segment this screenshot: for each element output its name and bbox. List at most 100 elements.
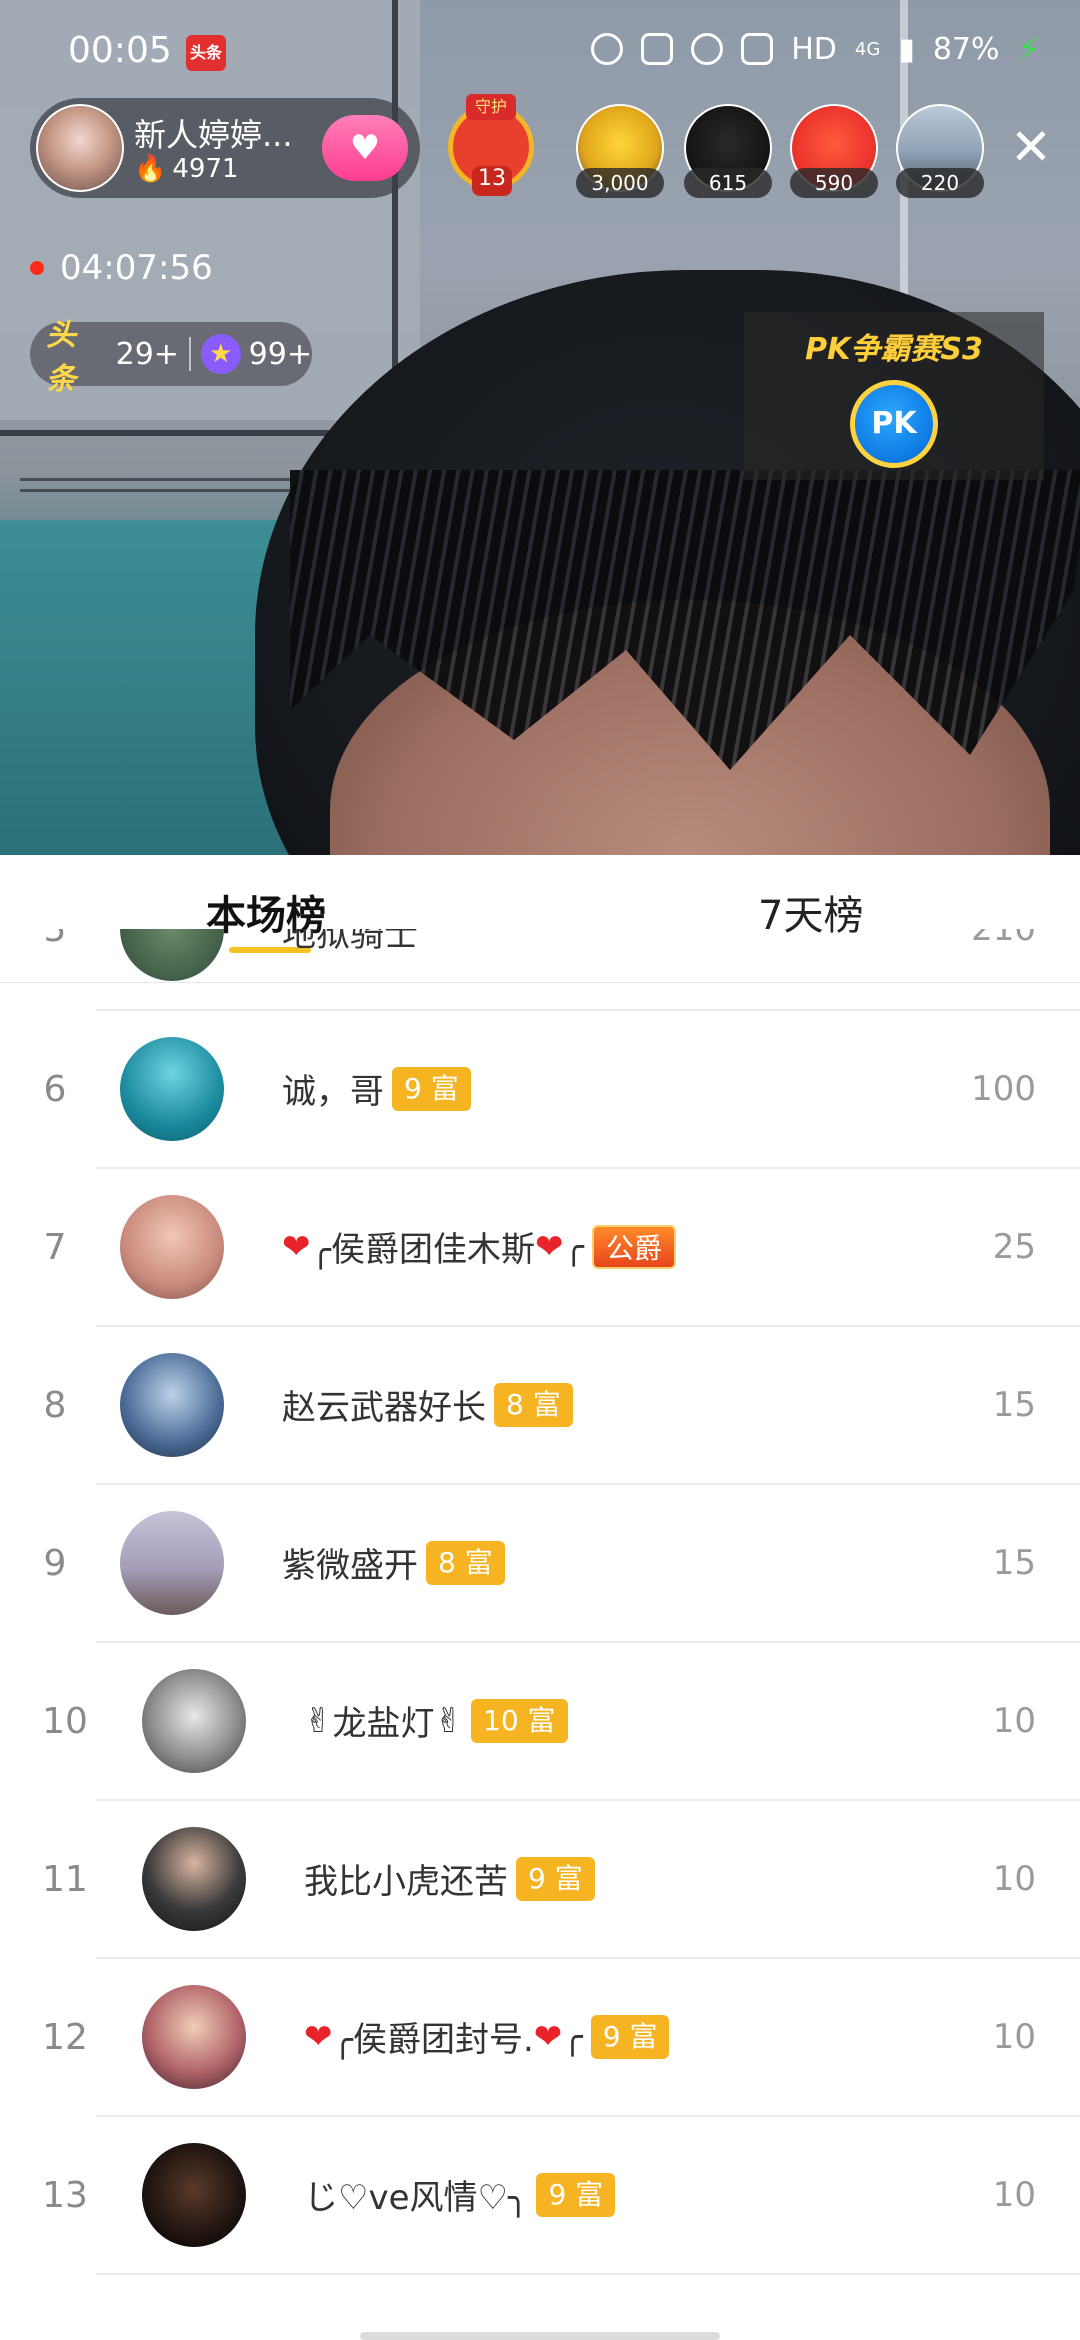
- toutiao-logo-icon: 头条: [46, 318, 76, 397]
- host-name: 新人婷婷...: [134, 116, 293, 154]
- user-name: 赵云武器好长: [282, 1388, 486, 1428]
- user-name: 我比小虎还苦: [304, 1862, 508, 1902]
- list-item[interactable]: 5 地狱骑士 210: [0, 929, 1080, 1011]
- user-score: 25: [992, 1227, 1036, 1267]
- headphones-icon: [591, 33, 624, 65]
- signal-icon: ▮: [898, 31, 915, 67]
- list-item[interactable]: 8 赵云武器好长 8 富 15: [0, 1327, 1080, 1485]
- user-avatar[interactable]: [120, 1037, 224, 1141]
- user-avatar[interactable]: [142, 1985, 246, 2089]
- rank-number: 11: [42, 1859, 88, 1900]
- list-item[interactable]: 13 じ♡ve风情♡╮ 9 富 10: [0, 2117, 1080, 2275]
- heart-icon: ❤: [304, 2016, 333, 2057]
- pk-panel[interactable]: PK争霸赛S3 PK: [744, 312, 1044, 480]
- user-score: 15: [992, 1385, 1036, 1425]
- badge-divider: [188, 337, 191, 371]
- heart-icon: ❤: [534, 1226, 564, 1267]
- guard-level: 13: [472, 166, 512, 196]
- live-indicator-dot: [30, 261, 44, 275]
- user-name: 龙盐灯: [332, 1704, 435, 1744]
- toutiao-count: 29+: [115, 336, 179, 372]
- status-time: 00:05: [68, 30, 172, 71]
- rich-level-tag: 9 富: [516, 1856, 595, 1901]
- user-avatar[interactable]: [142, 2143, 246, 2247]
- viewer-contribution: 3,000: [576, 168, 664, 198]
- guard-badge[interactable]: 守护 13: [438, 94, 544, 200]
- host-avatar[interactable]: [36, 104, 124, 192]
- user-name: ╭侯爵团佳木斯: [310, 1230, 535, 1270]
- status-icons: HD 4G ▮ 87% ⚡: [591, 30, 1040, 68]
- camera-icon: [741, 33, 774, 65]
- guard-tag: 守护: [466, 94, 516, 120]
- user-avatar[interactable]: [120, 929, 224, 981]
- user-score: 210: [971, 929, 1036, 949]
- vibrate-icon: [641, 33, 674, 65]
- hd-label: HD: [791, 31, 837, 67]
- user-name: 紫微盛开: [282, 1546, 418, 1586]
- user-score: 100: [971, 1069, 1036, 1109]
- user-name-wrap: 诚，哥 9 富: [282, 1064, 471, 1113]
- user-name: じ♡ve风情♡╮: [304, 2178, 529, 2218]
- host-heat: 🔥 4971: [134, 154, 239, 184]
- list-item[interactable]: 10 ✌ 龙盐灯 ✌ 10 富 10: [0, 1643, 1080, 1801]
- rich-level-tag: 9 富: [392, 1066, 471, 1111]
- status-bar: 00:05 头条 HD 4G ▮ 87% ⚡: [0, 0, 1080, 100]
- rank-number: 8: [43, 1385, 67, 1426]
- user-name: ╭侯爵团封号.: [332, 2020, 534, 2060]
- viewer-contribution: 590: [790, 168, 878, 198]
- list-item[interactable]: 11 我比小虎还苦 9 富 10: [0, 1801, 1080, 1959]
- heart-icon: ♥: [349, 128, 381, 168]
- list-item[interactable]: 6 诚，哥 9 富 100: [0, 1011, 1080, 1169]
- list-item[interactable]: 9 紫微盛开 8 富 15: [0, 1485, 1080, 1643]
- viewer-avatar-4[interactable]: 220: [896, 104, 984, 200]
- star-icon: ★: [200, 334, 241, 374]
- close-icon[interactable]: ✕: [1010, 122, 1052, 172]
- rich-level-tag: 8 富: [494, 1382, 573, 1427]
- duke-tag: 公爵: [591, 1224, 676, 1269]
- name-decoration: ╭: [562, 2016, 583, 2057]
- user-score: 10: [992, 1859, 1036, 1899]
- rank-number: 10: [42, 1701, 88, 1742]
- user-avatar[interactable]: [142, 1669, 246, 1773]
- user-avatar[interactable]: [120, 1353, 224, 1457]
- user-name: 地狱骑士: [282, 929, 418, 955]
- rich-level-tag: 9 富: [536, 2172, 616, 2217]
- user-name-wrap: じ♡ve风情♡╮ 9 富: [304, 2170, 616, 2219]
- user-avatar[interactable]: [120, 1511, 224, 1615]
- user-score: 10: [992, 2175, 1036, 2215]
- pk-button[interactable]: PK: [850, 380, 938, 468]
- user-avatar[interactable]: [142, 1827, 246, 1931]
- user-name: 诚，哥: [282, 1072, 384, 1112]
- list-item[interactable]: 12 ❤ ╭侯爵团封号. ❤ ╭ 9 富 10: [0, 1959, 1080, 2117]
- viewer-contribution: 220: [896, 168, 984, 198]
- rich-level-tag: 10 富: [471, 1698, 568, 1743]
- row-divider: [96, 2273, 1080, 2275]
- heart-icon: ❤: [533, 2016, 563, 2057]
- user-avatar[interactable]: [120, 1195, 224, 1299]
- user-name-wrap: 我比小虎还苦 9 富: [304, 1854, 595, 1903]
- viewer-avatar-1[interactable]: 3,000: [576, 104, 664, 200]
- user-name-wrap: ✌ 龙盐灯 ✌ 10 富: [304, 1696, 568, 1745]
- list-item[interactable]: 7 ❤ ╭侯爵团佳木斯 ❤ ╭ 公爵 25: [0, 1169, 1080, 1327]
- home-indicator[interactable]: [360, 2332, 720, 2340]
- rank-number: 13: [42, 2175, 88, 2216]
- charging-icon: ⚡: [1017, 30, 1040, 68]
- viewer-avatar-2[interactable]: 615: [684, 104, 772, 200]
- rank-number: 7: [43, 1227, 67, 1268]
- user-name-wrap: 赵云武器好长 8 富: [282, 1380, 573, 1429]
- victory-hand-icon: ✌: [434, 1700, 464, 1741]
- rank-number: 12: [42, 2017, 88, 2058]
- stream-badges[interactable]: 头条 29+ ★ 99+: [30, 318, 312, 397]
- toutiao-app-icon: 头条: [186, 35, 226, 71]
- user-name-wrap: ❤ ╭侯爵团佳木斯 ❤ ╭ 公爵: [282, 1222, 676, 1271]
- rich-level-tag: 9 富: [590, 2014, 670, 2059]
- viewer-avatar-3[interactable]: 590: [790, 104, 878, 200]
- user-score: 10: [992, 1701, 1036, 1741]
- host-card[interactable]: 新人婷婷... 🔥 4971 ♥: [30, 98, 420, 198]
- rank-number: 6: [43, 1069, 67, 1110]
- follow-heart-button[interactable]: ♥: [322, 115, 408, 181]
- pk-title: PK争霸赛S3: [805, 332, 983, 367]
- heart-icon: ❤: [282, 1226, 311, 1267]
- mic-icon: [691, 33, 724, 65]
- viewer-contribution: 615: [684, 168, 772, 198]
